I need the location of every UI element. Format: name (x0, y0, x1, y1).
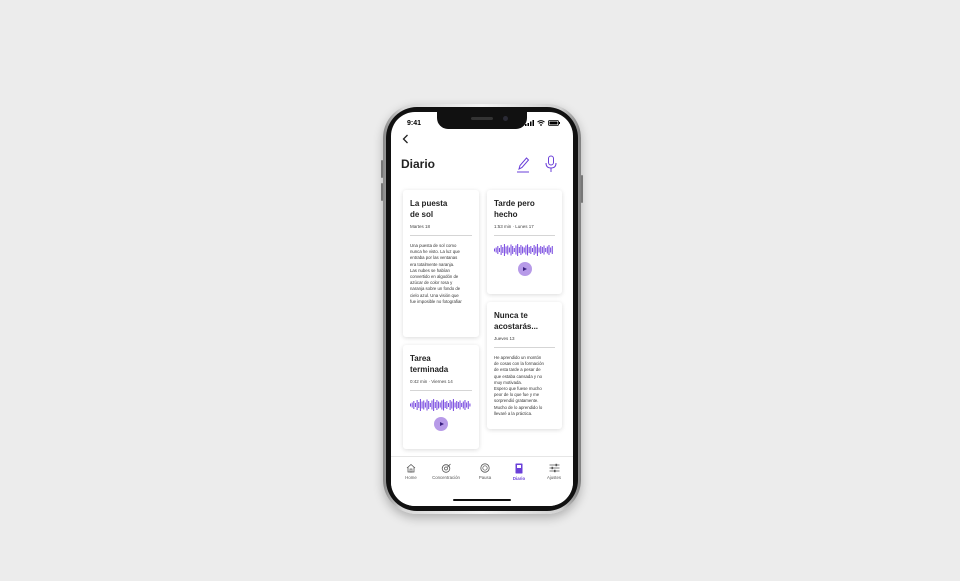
entry-title: La puesta de sol (410, 199, 448, 219)
tab-ajustes[interactable]: Ajustes (534, 463, 573, 480)
front-camera (503, 116, 508, 121)
entry-title: Tarde pero hecho (494, 199, 535, 219)
tab-label: Ajustes (546, 475, 562, 480)
volume-button (381, 160, 383, 178)
signal-icon (525, 120, 534, 126)
play-button[interactable] (517, 262, 532, 276)
divider (410, 235, 472, 236)
house-icon (406, 463, 416, 473)
audio-waveform (494, 244, 553, 256)
battery-icon (548, 120, 560, 126)
entry-title: Nunca te acostarás... (494, 311, 539, 331)
journal-entry-card[interactable]: La puesta de sol Martes 18 Una puesta de… (403, 190, 479, 337)
divider (494, 347, 555, 348)
play-icon (439, 422, 444, 426)
app-screen: 9:41 Diario La puesta de sol Martes 18 U… (391, 112, 573, 506)
play-icon (523, 267, 527, 271)
tab-label: Diario (512, 476, 526, 481)
page-title: Diario (401, 157, 436, 171)
pause-circle-icon (480, 463, 490, 473)
divider (410, 390, 472, 391)
volume-button (381, 183, 383, 201)
microphone-icon[interactable] (542, 154, 560, 174)
tab-label: Pausa (478, 475, 492, 480)
journal-entry-card[interactable]: Nunca te acostarás... Jueves 13 He apren… (487, 302, 562, 429)
wifi-icon (537, 120, 545, 126)
sliders-icon (549, 463, 559, 473)
journal-entry-card[interactable]: Tarde pero hecho 1:53 min · Lunes 17 (487, 190, 562, 294)
entry-meta: 0:42 min · Viernes 14 (410, 379, 453, 384)
speaker (471, 117, 493, 120)
status-icons (525, 120, 560, 126)
bottom-tab-bar: Home Concentración Pausa Diario Ajustes (391, 456, 573, 506)
entry-meta: Martes 18 (410, 224, 431, 229)
play-button[interactable] (434, 417, 448, 431)
tab-home[interactable]: Home (391, 463, 431, 480)
entry-meta: 1:53 min · Lunes 17 (494, 224, 534, 229)
focus-icon (441, 463, 451, 473)
divider (494, 235, 555, 236)
entry-meta: Jueves 13 (494, 336, 515, 341)
tab-concentracion[interactable]: Concentración (426, 463, 466, 480)
home-indicator (453, 498, 511, 501)
notch (437, 112, 527, 129)
tab-label: Home (405, 475, 417, 480)
status-time: 9:41 (407, 120, 422, 127)
tab-label: Concentración (432, 475, 460, 480)
chevron-left-icon[interactable] (402, 134, 409, 146)
entry-body: He aprendido un montón de cosas con la f… (494, 355, 544, 416)
power-button (581, 175, 583, 203)
entry-body: Una puesta de sol como nunca he visto. L… (410, 243, 462, 304)
journal-entry-card[interactable]: Tarea terminada 0:42 min · Viernes 14 (403, 345, 479, 449)
pencil-icon[interactable] (514, 154, 532, 174)
journal-icon (515, 463, 523, 474)
entry-title: Tarea terminada (410, 354, 449, 374)
audio-waveform (410, 399, 471, 411)
tab-diario[interactable]: Diario (499, 463, 539, 481)
